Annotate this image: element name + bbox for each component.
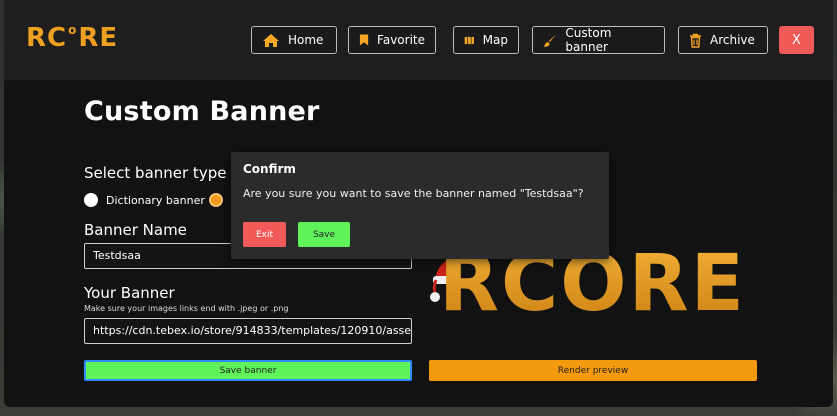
banner-type-label: Select banner type *: [84, 164, 239, 182]
dialog-exit-button[interactable]: Exit: [243, 222, 286, 247]
bookmark-icon: [359, 34, 369, 46]
radio-custom-banner[interactable]: [209, 193, 223, 207]
dialog-save-button[interactable]: Save: [298, 222, 350, 247]
banner-url-hint: Make sure your images links end with .jp…: [84, 304, 289, 313]
render-preview-button[interactable]: Render preview: [429, 360, 757, 381]
custom-banner-button[interactable]: Custom banner: [532, 26, 665, 54]
rcore-logo: RC o RE: [26, 23, 119, 53]
map-icon: [464, 36, 474, 44]
trash-icon: [690, 33, 701, 48]
dialog-title: Confirm: [243, 162, 296, 176]
page-title: Custom Banner: [84, 96, 320, 127]
render-preview-label: Render preview: [557, 365, 629, 376]
custom-banner-label: Custom banner: [565, 26, 612, 54]
home-label: Home: [288, 33, 324, 47]
archive-button[interactable]: Archive: [678, 26, 768, 54]
archive-label: Archive: [710, 33, 755, 47]
save-banner-label: Save banner: [219, 365, 277, 376]
save-banner-button[interactable]: Save banner: [84, 360, 412, 381]
radio-dictionary-banner[interactable]: [84, 193, 98, 207]
banner-url-input[interactable]: https://cdn.tebex.io/store/914833/templa…: [84, 318, 412, 344]
confirm-dialog: Confirm Are you sure you want to save th…: [231, 152, 609, 259]
main-panel: RC o RE Home Favorite Map Custom banner …: [4, 0, 833, 407]
radio-dictionary-label: Dictionary banner: [106, 194, 205, 207]
favorite-label: Favorite: [377, 33, 425, 47]
favorite-button[interactable]: Favorite: [348, 26, 436, 54]
dialog-save-label: Save: [312, 229, 336, 240]
home-button[interactable]: Home: [251, 26, 337, 54]
home-icon: [263, 33, 279, 47]
map-button[interactable]: Map: [453, 26, 519, 54]
banner-name-label: Banner Name: [84, 221, 187, 239]
your-banner-label: Your Banner: [84, 284, 175, 302]
close-button[interactable]: X: [779, 26, 814, 54]
map-label: Map: [482, 33, 508, 47]
paintbrush-icon: [543, 33, 557, 47]
close-label: X: [792, 32, 801, 48]
dialog-exit-label: Exit: [255, 229, 274, 240]
top-bar: RC o RE Home Favorite Map Custom banner …: [4, 0, 833, 80]
dialog-message: Are you sure you want to save the banner…: [243, 187, 584, 200]
